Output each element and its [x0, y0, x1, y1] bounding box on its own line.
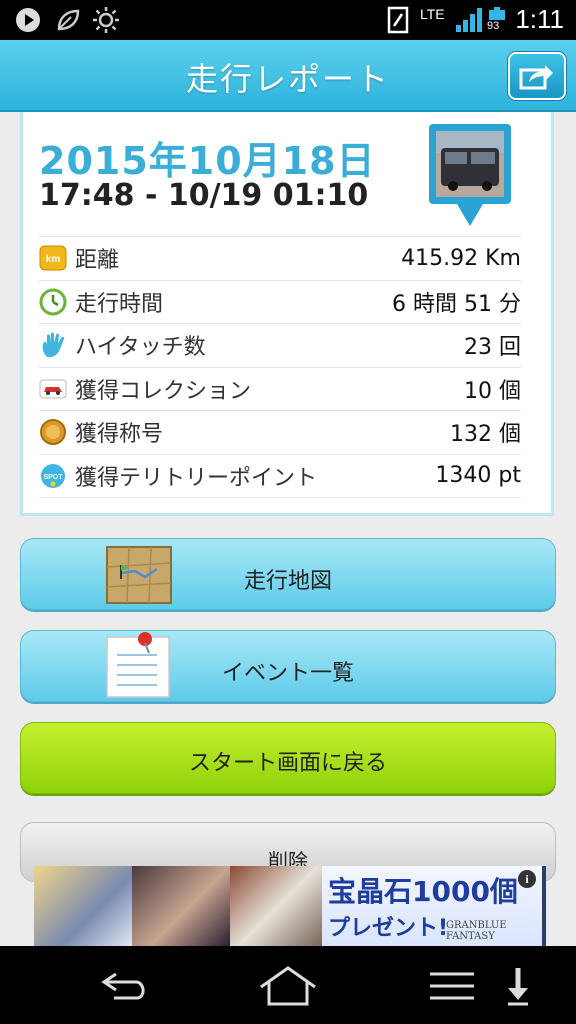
stat-row-drive-time: 走行時間 6 時間 51 分 [39, 279, 521, 324]
back-to-start-label: スタート画面に戻る [188, 751, 387, 776]
stat-label: 走行時間 [75, 291, 164, 317]
app-header: 走行レポート [0, 40, 576, 112]
stat-row-titles: 獲得称号 132 個 [39, 410, 521, 454]
play-icon [14, 6, 42, 34]
menu-icon[interactable] [420, 964, 484, 1008]
stat-label: ハイタッチ数 [75, 335, 206, 361]
stat-row-territory: SPOT 獲得テリトリーポイント 1340 pt [39, 453, 521, 498]
stat-value: 6 時間 51 分 [392, 291, 521, 317]
car-icon [39, 375, 67, 403]
ad-character-image [132, 866, 230, 946]
signal-icon [454, 6, 484, 34]
stat-label: 距離 [75, 248, 120, 274]
ad-subline: プレゼント! [328, 916, 449, 941]
status-bar: LTE 93 1:11 [0, 0, 576, 40]
system-nav-bar [0, 946, 576, 1024]
battery-level: 93 [487, 20, 500, 32]
spot-badge-text: SPOT [43, 474, 63, 481]
share-button[interactable] [508, 52, 566, 100]
medal-icon [39, 418, 67, 446]
stats-list: km 距離 415.92 Km 走行時間 6 時間 51 分 ハイタッチ数 23… [39, 236, 521, 498]
stat-row-distance: km 距離 415.92 Km [39, 236, 521, 280]
report-date: 2015年10月18日 [39, 139, 376, 183]
stat-row-high-touch: ハイタッチ数 23 回 [39, 323, 521, 367]
stat-value: 23 回 [464, 335, 521, 361]
page-title: 走行レポート [185, 60, 390, 98]
report-card: 2015年10月18日 17:48 - 10/19 01:10 km 距離 41… [20, 112, 554, 516]
stat-value: 10 個 [464, 378, 521, 404]
vehicle-photo-pin[interactable] [427, 122, 513, 232]
event-list-button[interactable]: イベント一覧 [20, 630, 556, 702]
ad-banner[interactable]: 宝晶石1000個 プレゼント! GRANBLUE FANTASY i [34, 866, 546, 946]
home-icon[interactable] [256, 964, 320, 1008]
ad-text-panel: 宝晶石1000個 プレゼント! GRANBLUE FANTASY i [322, 866, 542, 946]
ad-character-image [230, 866, 328, 946]
ad-info-icon[interactable]: i [518, 870, 536, 888]
leaf-icon [54, 6, 82, 34]
back-to-start-button[interactable]: スタート画面に戻る [20, 722, 556, 794]
drive-map-button[interactable]: 走行地図 [20, 538, 556, 610]
km-badge-text: km [46, 254, 61, 265]
event-list-label: イベント一覧 [221, 661, 354, 686]
stat-label: 獲得称号 [75, 422, 164, 448]
ad-character-image [34, 866, 132, 946]
km-icon: km [39, 244, 67, 272]
lte-label: LTE [420, 6, 445, 22]
download-arrow-icon[interactable] [500, 964, 536, 1008]
stat-label: 獲得テリトリーポイント [75, 465, 318, 491]
brightness-icon [92, 6, 120, 34]
spot-icon: SPOT [39, 462, 67, 490]
report-time-range: 17:48 - 10/19 01:10 [39, 178, 369, 213]
stat-label: 獲得コレクション [75, 378, 252, 404]
drive-map-label: 走行地図 [243, 569, 332, 594]
stat-value: 1340 pt [435, 463, 521, 489]
back-icon[interactable] [92, 964, 156, 1008]
nfc-icon [384, 6, 412, 34]
stat-value: 415.92 Km [401, 245, 521, 271]
ad-brand: GRANBLUE FANTASY [446, 920, 507, 942]
clock-icon [39, 288, 67, 316]
hand-icon [39, 331, 67, 359]
share-icon [519, 65, 553, 90]
stat-row-collection: 獲得コレクション 10 個 [39, 366, 521, 411]
clock-time: 1:11 [515, 4, 564, 34]
stat-value: 132 個 [450, 422, 521, 448]
ad-headline: 宝晶石1000個 [328, 875, 518, 908]
